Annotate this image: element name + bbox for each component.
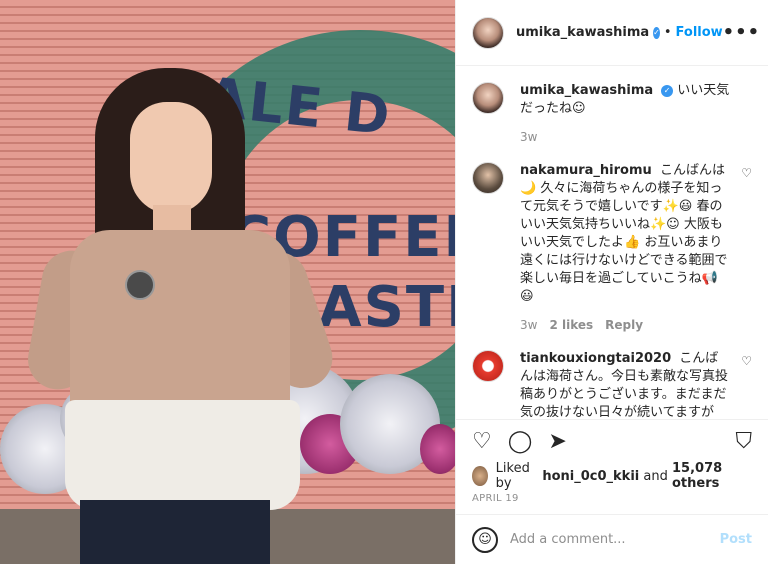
comment-username[interactable]: nakamura_hiromu (520, 163, 652, 178)
comments-list[interactable]: umika_kawashima ✓ いい天気だったね☺ 3w nakamura_h… (456, 66, 768, 419)
likes-count[interactable]: 15,078 others (672, 461, 752, 491)
post-comment-button[interactable]: Post (720, 532, 752, 547)
verified-badge-icon: ✓ (653, 26, 660, 39)
comment-input[interactable] (510, 532, 720, 547)
emoji-icon[interactable]: ☺ (472, 526, 498, 553)
sunglasses (125, 270, 155, 300)
post-side-panel: umika_kawashima ✓ • Follow ••• umika_kaw… (455, 0, 768, 564)
action-bar: ♡ ◯ ➤ ⛉ (456, 419, 768, 463)
post-photo[interactable]: ALE D COFFEE ROASTERS (0, 0, 455, 564)
author-avatar[interactable] (472, 82, 504, 114)
comment-likes[interactable]: 2 likes (549, 316, 593, 334)
comment-username[interactable]: tiankouxiongtai2020 (520, 351, 671, 366)
likes-summary: Liked by honi_0c0_kkii and 15,078 others (456, 461, 768, 491)
reply-button[interactable]: Reply (605, 316, 643, 334)
separator-dot: • (663, 25, 672, 40)
comment-item: tiankouxiongtai2020 こんばんは海荷さん。今日も素敵な写真投稿… (472, 350, 752, 419)
add-comment-bar: ☺ Post (456, 514, 768, 564)
liker-avatar[interactable] (472, 466, 488, 486)
comment-bubble-icon[interactable]: ◯ (508, 430, 533, 453)
follow-button[interactable]: Follow (676, 25, 723, 40)
post-header: umika_kawashima ✓ • Follow ••• (456, 0, 768, 66)
comment-like-heart-icon[interactable]: ♡ (741, 166, 752, 180)
comment-time[interactable]: 3w (520, 128, 537, 146)
liker-username[interactable]: honi_0c0_kkii (542, 469, 639, 484)
comment-time[interactable]: 3w (520, 316, 537, 334)
commenter-avatar[interactable] (472, 350, 504, 382)
comment-text: こんばんは🌙 久々に海荷ちゃんの様子を知って元気そうで嬉しいです✨😃 春のいい天… (520, 163, 728, 304)
verified-badge-icon: ✓ (661, 84, 674, 97)
more-options-icon[interactable]: ••• (723, 22, 761, 43)
likes-and: and (643, 468, 668, 484)
commenter-avatar[interactable] (472, 162, 504, 194)
instagram-post: ALE D COFFEE ROASTERS umika_ka (0, 0, 768, 564)
author-avatar[interactable] (472, 16, 504, 49)
comment-item: nakamura_hiromu こんばんは🌙 久々に海荷ちゃんの様子を知って元気… (472, 162, 752, 334)
post-date[interactable]: APRIL 19 (456, 489, 768, 514)
author-username[interactable]: umika_kawashima (516, 25, 649, 40)
likes-prefix: Liked by (495, 461, 530, 491)
share-paper-plane-icon[interactable]: ➤ (548, 430, 566, 453)
comment-like-heart-icon[interactable]: ♡ (741, 354, 752, 368)
person-figure (23, 60, 341, 564)
save-bookmark-icon[interactable]: ⛉ (735, 430, 752, 453)
caption: umika_kawashima ✓ いい天気だったね☺ 3w (472, 82, 752, 146)
comment-username[interactable]: umika_kawashima (520, 83, 653, 98)
like-heart-icon[interactable]: ♡ (472, 430, 492, 453)
